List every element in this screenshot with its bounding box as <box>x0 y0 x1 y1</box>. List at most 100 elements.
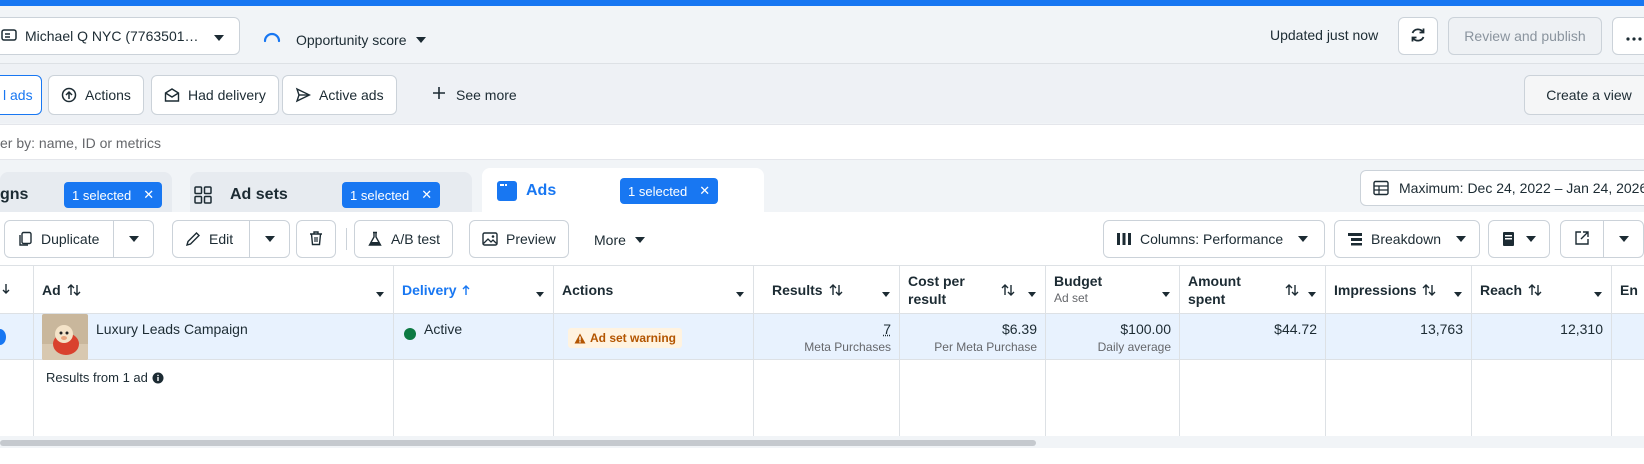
ads-table: Ad Delivery Actions Results Cost per res… <box>0 266 1644 436</box>
account-selector[interactable]: Michael Q NYC (7763501… <box>0 17 240 55</box>
column-header-ad[interactable]: Ad <box>34 266 394 314</box>
more-actions-dropdown[interactable]: More <box>594 232 646 248</box>
export-dropdown[interactable] <box>1603 221 1643 257</box>
tab-label: Ad sets <box>230 186 288 203</box>
edit-button[interactable]: Edit <box>173 221 249 257</box>
preview-button[interactable]: Preview <box>469 220 569 258</box>
chip-label: Had delivery <box>188 87 266 103</box>
see-more-button[interactable]: See more <box>432 86 517 103</box>
chip-all-ads[interactable]: l ads <box>0 75 42 115</box>
see-more-label: See more <box>456 86 517 103</box>
search-filter-input[interactable]: er by: name, ID or metrics <box>0 124 1644 160</box>
table-row[interactable]: Luxury Leads Campaign Active Ad set warn… <box>0 314 1644 360</box>
ad-thumbnail <box>42 314 88 360</box>
more-dots-icon <box>1626 28 1642 44</box>
selected-pill[interactable]: 1 selected ✕ <box>64 182 163 208</box>
duplicate-label: Duplicate <box>41 231 100 247</box>
reach-cell: 12,310 <box>1472 314 1612 360</box>
selected-pill[interactable]: 1 selected ✕ <box>342 182 441 208</box>
selected-count: 1 selected <box>350 187 410 203</box>
chip-actions[interactable]: Actions <box>48 75 144 115</box>
column-header-delivery[interactable]: Delivery <box>394 266 554 314</box>
chip-active-ads[interactable]: Active ads <box>282 75 397 115</box>
ad-sets-grid-icon <box>194 186 212 209</box>
columns-icon <box>1116 232 1132 246</box>
column-header-impressions[interactable]: Impressions <box>1326 266 1472 314</box>
header-label: Cost per result <box>908 273 965 307</box>
chevron-down-icon <box>735 286 745 302</box>
edit-label: Edit <box>209 231 234 247</box>
tab-ads[interactable]: Ads 1 selected ✕ <box>482 168 764 214</box>
column-header-results[interactable]: Results <box>754 266 900 314</box>
close-icon[interactable]: ✕ <box>143 187 154 203</box>
header-label: Actions <box>562 282 614 298</box>
chevron-down-icon <box>535 286 545 302</box>
close-icon[interactable]: ✕ <box>699 183 710 199</box>
scrollbar-thumb[interactable] <box>0 440 1036 446</box>
selected-count: 1 selected <box>628 183 688 199</box>
chevron-down-icon <box>375 286 385 302</box>
delete-button[interactable] <box>296 220 336 258</box>
review-and-publish-button[interactable]: Review and publish <box>1448 17 1602 55</box>
image-preview-icon <box>482 231 498 247</box>
flask-icon <box>367 231 383 247</box>
refresh-button[interactable] <box>1398 17 1438 55</box>
chevron-down-icon <box>1307 286 1317 302</box>
ad-set-warning-badge[interactable]: Ad set warning <box>568 328 683 348</box>
duplicate-button[interactable]: Duplicate <box>5 221 113 257</box>
row-select-cell[interactable] <box>0 314 34 360</box>
export-button[interactable] <box>1561 221 1603 257</box>
reach-value: 12,310 <box>1560 321 1603 337</box>
amount-spent-cell: $44.72 <box>1180 314 1326 360</box>
more-options-button[interactable] <box>1612 17 1644 55</box>
edit-dropdown[interactable] <box>249 221 289 257</box>
breakdown-dropdown[interactable]: Breakdown <box>1334 220 1480 258</box>
chevron-down-icon <box>1161 286 1171 302</box>
ad-name-cell[interactable]: Luxury Leads Campaign <box>34 314 394 360</box>
info-icon[interactable] <box>152 372 164 384</box>
tab-label: gns <box>0 186 29 203</box>
column-header-reach[interactable]: Reach <box>1472 266 1612 314</box>
chip-label: Active ads <box>319 87 384 103</box>
send-icon <box>295 87 311 103</box>
delivery-cell: Active <box>394 314 554 360</box>
create-view-button[interactable]: Create a view <box>1524 75 1644 115</box>
column-header-cost-per-result[interactable]: Cost per result <box>900 266 1046 314</box>
header-label: Impressions <box>1334 282 1417 298</box>
impressions-value: 13,763 <box>1420 321 1463 337</box>
row-toggle[interactable] <box>0 329 6 345</box>
reports-dropdown[interactable] <box>1488 220 1550 258</box>
selected-pill[interactable]: 1 selected ✕ <box>620 178 719 204</box>
ads-icon <box>496 180 518 207</box>
column-header-ends[interactable]: En <box>1612 266 1644 314</box>
duplicate-button-group: Duplicate <box>4 220 154 258</box>
ab-test-button[interactable]: A/B test <box>354 220 454 258</box>
column-header-amount-spent[interactable]: Amount spent <box>1180 266 1326 314</box>
duplicate-dropdown[interactable] <box>113 221 153 257</box>
close-icon[interactable]: ✕ <box>421 187 432 203</box>
columns-dropdown[interactable]: Columns: Performance <box>1103 220 1325 258</box>
breakdown-label: Breakdown <box>1371 231 1442 247</box>
chevron-down-icon <box>128 231 140 247</box>
header-sublabel: Ad set <box>1054 291 1089 305</box>
chevron-down-icon <box>264 231 276 247</box>
summary-cell <box>1472 360 1612 436</box>
chip-had-delivery[interactable]: Had delivery <box>151 75 279 115</box>
opportunity-score-label: Opportunity score <box>296 31 407 48</box>
summary-label: Results from 1 ad <box>46 370 148 385</box>
bottom-spacer <box>0 448 1644 464</box>
status-dot <box>404 328 416 340</box>
cost-per-result-cell: $6.39 Per Meta Purchase <box>900 314 1046 360</box>
results-type: Meta Purchases <box>804 340 891 354</box>
edit-button-group: Edit <box>172 220 290 258</box>
column-header-actions[interactable]: Actions <box>554 266 754 314</box>
sort-icon <box>1528 284 1542 296</box>
column-header-toggle[interactable] <box>0 266 34 314</box>
column-header-budget[interactable]: Budget Ad set <box>1046 266 1180 314</box>
opportunity-score-dropdown[interactable]: Opportunity score <box>262 28 427 51</box>
results-value[interactable]: 7 <box>883 321 891 337</box>
chevron-down-icon <box>1525 234 1537 244</box>
date-range-picker[interactable]: Maximum: Dec 24, 2022 – Jan 24, 2026 <box>1360 170 1644 206</box>
ad-name[interactable]: Luxury Leads Campaign <box>96 321 248 337</box>
horizontal-scrollbar[interactable] <box>0 438 1644 448</box>
